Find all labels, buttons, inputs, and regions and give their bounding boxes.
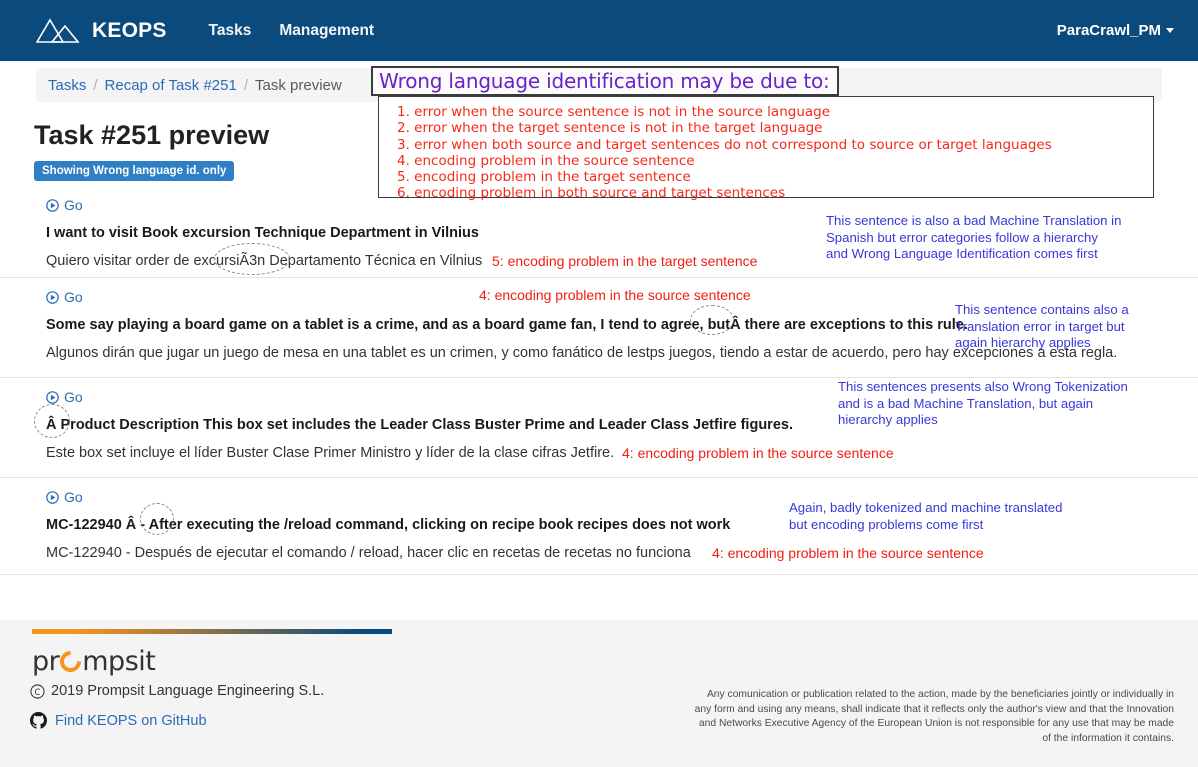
annotation-title: Wrong language identification may be due…	[371, 66, 839, 96]
github-link-label: Find KEOPS on GitHub	[55, 712, 207, 729]
breadcrumb-separator: /	[243, 76, 248, 94]
page-title: Task #251 preview	[34, 120, 270, 150]
breadcrumb-item-tasks[interactable]: Tasks	[48, 77, 86, 94]
copyright-text: 2019 Prompsit Language Engineering S.L.	[51, 683, 325, 699]
go-label: Go	[64, 389, 83, 405]
target-sentence: MC-122940 - Después de ejecutar el coman…	[46, 545, 691, 561]
annotation-item: 4. encoding problem in the source senten…	[397, 152, 695, 169]
annotation-note: This sentences presents also Wrong Token…	[838, 379, 1128, 427]
source-sentence: Â Product Description This box set inclu…	[46, 417, 793, 433]
annotation-item: 6. encoding problem in both source and t…	[397, 185, 786, 202]
chevron-down-icon	[1166, 28, 1174, 33]
prompsit-logo-suffix: mpsit	[82, 646, 156, 677]
play-circle-icon	[46, 390, 59, 404]
annotation-note: This sentence is also a bad Machine Tran…	[826, 213, 1122, 261]
error-label: 4: encoding problem in the source senten…	[712, 545, 984, 561]
breadcrumb-separator: /	[93, 76, 98, 94]
table-row: Go Â Product Description This box set in…	[0, 378, 1198, 478]
breadcrumb-item-current: Task preview	[255, 76, 342, 94]
source-sentence: MC-122940 Â - After executing the /reloa…	[46, 517, 731, 533]
brand-name: KEOPS	[92, 18, 167, 42]
source-sentence: Some say playing a board game on a table…	[46, 317, 968, 333]
go-link[interactable]: Go	[46, 197, 83, 213]
play-circle-icon	[46, 290, 59, 304]
copyright: C 2019 Prompsit Language Engineering S.L…	[30, 683, 324, 699]
go-label: Go	[64, 289, 83, 305]
source-sentence: I want to visit Book excursion Technique…	[46, 225, 479, 241]
table-row: Go 4: encoding problem in the source sen…	[0, 278, 1198, 378]
annotation-note: This sentence contains also a Translatio…	[955, 302, 1129, 350]
play-circle-icon	[46, 490, 59, 504]
annotation-box: 1. error when the source sentence is not…	[378, 96, 1154, 202]
annotation-item: 2. error when the target sentence is not…	[397, 120, 823, 137]
error-label: 4: encoding problem in the source senten…	[479, 287, 751, 303]
target-sentence: Quiero visitar order de excursiÃ3n Depar…	[46, 253, 483, 269]
annotation-item: 1. error when the source sentence is not…	[397, 104, 831, 120]
user-menu-label: ParaCrawl_PM	[1056, 22, 1161, 39]
keops-logo[interactable]: KEOPS	[36, 17, 167, 45]
github-icon	[30, 712, 47, 729]
table-row: Go MC-122940 Â - After executing the /re…	[0, 478, 1198, 575]
nav-link-tasks[interactable]: Tasks	[209, 22, 252, 40]
user-menu[interactable]: ParaCrawl_PM	[1057, 22, 1174, 39]
footer-gradient-bar	[32, 629, 392, 634]
go-link[interactable]: Go	[46, 289, 83, 305]
go-link[interactable]: Go	[46, 389, 83, 405]
prompsit-logo: pr mpsit	[32, 646, 156, 677]
svg-text:C: C	[35, 686, 41, 696]
prompsit-logo-prefix: pr	[32, 646, 60, 677]
status-badge: Showing Wrong language id. only	[34, 161, 235, 181]
error-label: 5: encoding problem in the target senten…	[492, 253, 758, 269]
go-link[interactable]: Go	[46, 489, 83, 505]
nav-links: Tasks Management	[209, 22, 375, 40]
annotation-item: 5. encoding problem in the target senten…	[397, 169, 691, 186]
target-sentence: Este box set incluye el líder Buster Cla…	[46, 445, 615, 461]
go-label: Go	[64, 489, 83, 505]
navbar: KEOPS Tasks Management ParaCrawl_PM	[0, 0, 1198, 61]
github-link[interactable]: Find KEOPS on GitHub	[30, 712, 207, 729]
copyright-icon: C	[30, 683, 45, 699]
mountains-icon	[36, 17, 80, 43]
annotation-note: Again, badly tokenized and machine trans…	[789, 500, 1063, 532]
sentence-rows: Go I want to visit Book excursion Techni…	[0, 186, 1198, 575]
nav-link-management[interactable]: Management	[279, 22, 374, 40]
page-root: KEOPS Tasks Management ParaCrawl_PM Task…	[0, 0, 1198, 767]
play-circle-icon	[46, 198, 59, 212]
breadcrumb-item-recap[interactable]: Recap of Task #251	[105, 77, 237, 94]
annotation-item: 3. error when both source and target sen…	[397, 136, 1052, 153]
prompsit-ring-icon	[55, 646, 86, 677]
go-label: Go	[64, 197, 83, 213]
error-label: 4: encoding problem in the source senten…	[622, 445, 894, 461]
footer-disclaimer: Any comunication or publication related …	[694, 689, 1174, 744]
